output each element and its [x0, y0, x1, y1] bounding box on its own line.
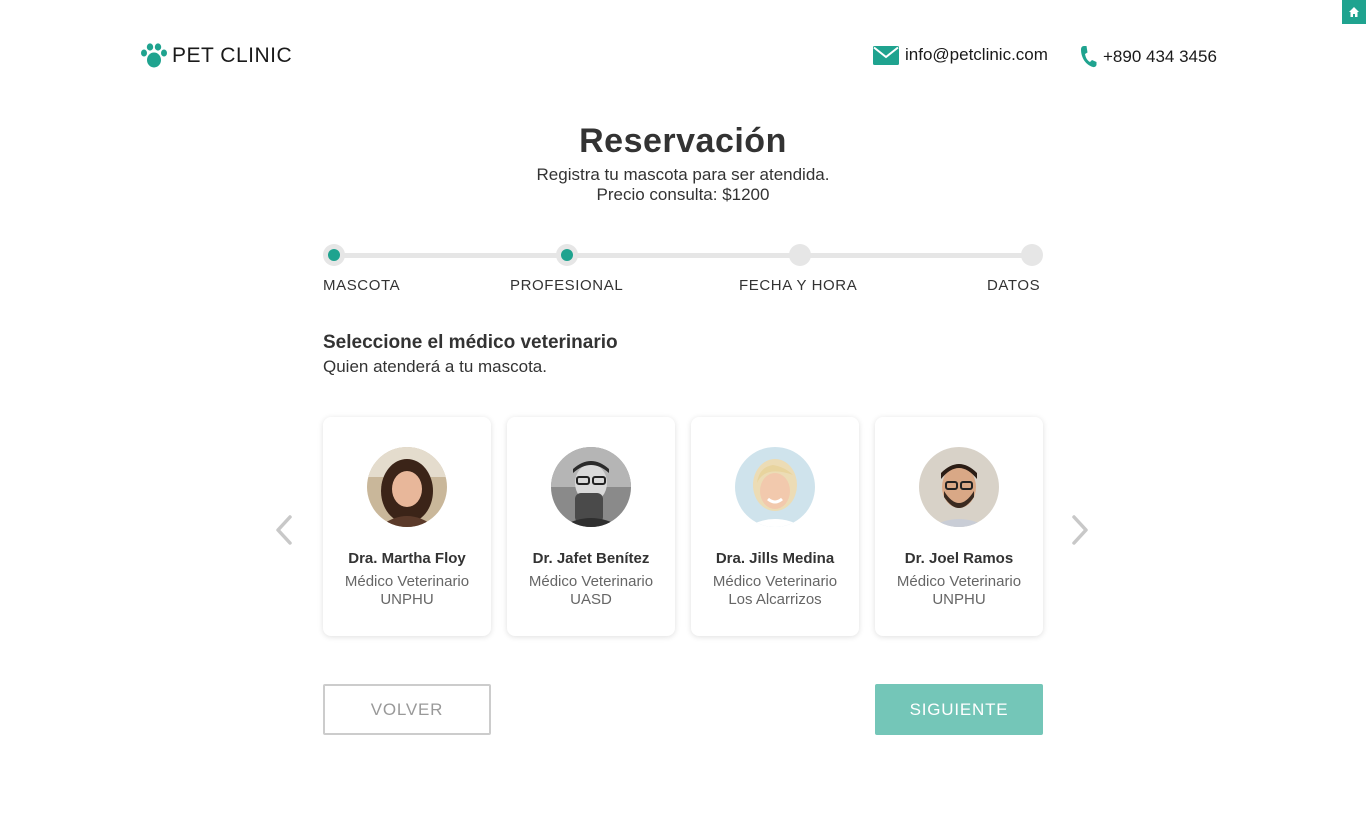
- phone-link[interactable]: +890 434 3456: [1080, 45, 1217, 68]
- next-button[interactable]: SIGUIENTE: [875, 684, 1043, 735]
- progress-stepper: MASCOTA PROFESIONAL FECHA Y HORA DATOS: [323, 244, 1043, 304]
- avatar: [367, 447, 447, 527]
- home-button[interactable]: [1342, 0, 1366, 24]
- doctor-role: Médico Veterinario: [896, 573, 1022, 590]
- section-subtitle: Quien atenderá a tu mascota.: [323, 357, 547, 376]
- doctor-card[interactable]: Dra. Martha Floy Médico Veterinario UNPH…: [323, 417, 491, 636]
- step-dot-mascota[interactable]: [323, 244, 345, 266]
- doctor-name: Dra. Martha Floy: [348, 550, 466, 567]
- envelope-icon: [873, 45, 899, 65]
- doctor-name: Dra. Jills Medina: [715, 550, 835, 567]
- avatar: [551, 447, 631, 527]
- doctor-role: Médico Veterinario: [344, 573, 470, 590]
- phone-icon: [1080, 45, 1097, 68]
- phone-text: +890 434 3456: [1103, 46, 1217, 66]
- page-subtitle: Registra tu mascota para ser atendida.: [536, 165, 830, 184]
- step-label-mascota: MASCOTA: [323, 277, 401, 294]
- doctor-school: UNPHU: [932, 591, 986, 608]
- section-title: Seleccione el médico veterinario: [323, 332, 618, 353]
- email-text: info@petclinic.com: [905, 45, 1048, 64]
- page-title: Reservación: [579, 122, 787, 160]
- logo[interactable]: PET CLINIC: [140, 43, 292, 69]
- chevron-right-icon: [1072, 515, 1088, 545]
- step-dot-profesional[interactable]: [556, 244, 578, 266]
- doctor-role: Médico Veterinario: [528, 573, 654, 590]
- doctor-card[interactable]: Dr. Joel Ramos Médico Veterinario UNPHU: [875, 417, 1043, 636]
- avatar: [735, 447, 815, 527]
- paw-icon: [141, 43, 167, 68]
- doctor-school: UNPHU: [380, 591, 434, 608]
- doctor-role: Médico Veterinario: [712, 573, 838, 590]
- brand-name: PET CLINIC: [172, 44, 293, 67]
- doctor-card[interactable]: Dr. Jafet Benítez Médico Veterinario UAS…: [507, 417, 675, 636]
- back-button[interactable]: VOLVER: [323, 684, 491, 735]
- doctor-card[interactable]: Dra. Jills Medina Médico Veterinario Los…: [691, 417, 859, 636]
- step-label-profesional: PROFESIONAL: [510, 277, 624, 294]
- doctor-school: Los Alcarrizos: [728, 591, 822, 608]
- consult-price: Precio consulta: $1200: [596, 185, 770, 204]
- doctor-school: UASD: [570, 591, 612, 608]
- chevron-left-icon: [276, 515, 292, 545]
- doctor-name: Dr. Jafet Benítez: [532, 550, 650, 567]
- carousel-next-button[interactable]: [1068, 512, 1092, 548]
- avatar: [919, 447, 999, 527]
- step-dot-fecha-hora[interactable]: [789, 244, 811, 266]
- stepper-track: [333, 253, 1033, 258]
- step-dot-datos[interactable]: [1021, 244, 1043, 266]
- doctor-name: Dr. Joel Ramos: [904, 550, 1014, 567]
- step-label-datos: DATOS: [987, 277, 1041, 294]
- step-label-fecha-hora: FECHA Y HORA: [739, 277, 858, 294]
- email-link[interactable]: info@petclinic.com: [873, 45, 1048, 65]
- home-icon: [1349, 7, 1359, 17]
- carousel-prev-button[interactable]: [272, 512, 296, 548]
